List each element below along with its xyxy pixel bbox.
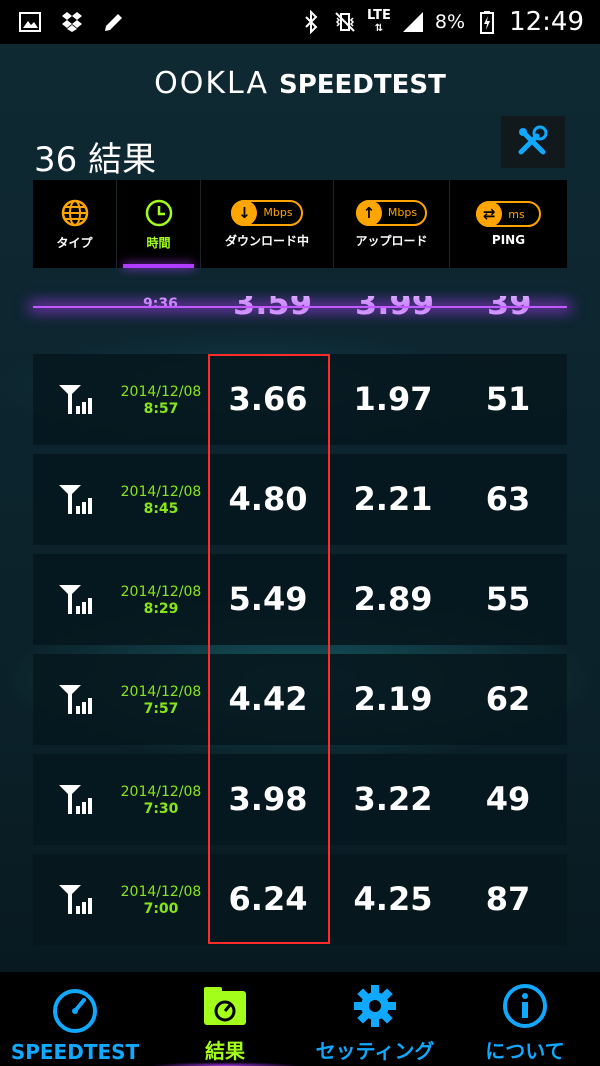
upload-unit: Mbps	[387, 206, 418, 219]
upload-value: 2.89	[353, 580, 433, 618]
sort-tab-label: PING	[491, 233, 526, 247]
result-date: 2014/12/08	[120, 584, 202, 600]
download-icon: ↓	[231, 199, 258, 226]
nav-label: SPEEDTEST	[10, 1040, 140, 1064]
result-timestamp: 2014/12/08 8:45	[111, 484, 211, 518]
upload-value: 1.97	[353, 380, 433, 418]
download-value: 3.59	[233, 296, 312, 322]
image-icon	[19, 12, 41, 32]
bottom-navigation: SPEEDTEST 結果 セッティング について	[0, 972, 600, 1066]
upload-value: 3.22	[353, 780, 433, 818]
brand-speedtest: SPEEDTEST	[278, 70, 446, 100]
clock-time: 12:49	[509, 7, 584, 37]
nav-speedtest[interactable]: SPEEDTEST	[0, 972, 150, 1066]
clock-icon	[145, 199, 172, 226]
network-type: LTE ⇅	[367, 7, 391, 34]
ping-unit-pill: ⇄ ms	[476, 201, 541, 227]
cellular-antenna-icon	[57, 582, 97, 616]
bluetooth-icon	[305, 10, 318, 34]
result-date: 2014/12/08	[120, 884, 202, 900]
download-unit: Mbps	[263, 206, 293, 219]
result-timestamp: 2014/12/08 8:57	[111, 384, 211, 418]
result-date: 2014/12/08	[120, 484, 202, 500]
vibrate-icon	[335, 12, 355, 32]
nav-label: セッティング	[315, 1039, 435, 1063]
ping-unit: ms	[508, 207, 525, 221]
result-time: 8:29	[143, 601, 179, 617]
sort-tab-upload[interactable]: ↑ Mbps アップロード	[334, 180, 450, 268]
dropbox-icon	[62, 12, 82, 32]
result-time: 9:36	[143, 296, 178, 312]
ping-value: 49	[485, 780, 531, 818]
partial-result-row[interactable]: 9:36 3.59 3.99 39	[33, 296, 567, 322]
download-unit-pill: ↓ Mbps	[231, 199, 303, 226]
upload-value: 2.19	[353, 680, 433, 718]
nav-about[interactable]: について	[450, 972, 600, 1066]
tools-button[interactable]	[501, 116, 565, 168]
battery-percent: 8%	[434, 11, 466, 33]
upload-value: 2.21	[353, 480, 433, 518]
sort-tab-label: 時間	[146, 235, 171, 250]
sort-tab-download[interactable]: ↓ Mbps ダウンロード中	[201, 180, 334, 268]
ping-value: 55	[485, 580, 531, 618]
upload-value: 3.99	[355, 296, 434, 322]
result-time: 8:45	[143, 501, 179, 517]
result-date: 2014/12/08	[120, 784, 202, 800]
tools-icon	[518, 125, 548, 155]
info-icon	[503, 984, 547, 1028]
status-bar: LTE ⇅ 8% 12:49	[0, 0, 600, 44]
sort-tab-label: タイプ	[56, 235, 93, 250]
nav-settings[interactable]: セッティング	[300, 972, 450, 1066]
sort-tab-time[interactable]: 時間	[117, 180, 201, 268]
download-column-highlight	[208, 354, 330, 944]
results-count: 36 結果	[34, 140, 157, 180]
sort-tab-label: ダウンロード中	[224, 233, 309, 248]
result-time: 7:30	[143, 801, 179, 817]
ping-value: 62	[485, 680, 531, 718]
result-date: 2014/12/08	[120, 684, 202, 700]
gear-icon	[354, 985, 396, 1027]
sort-tab-type[interactable]: タイプ	[33, 180, 117, 268]
ping-icon: ⇄	[476, 201, 503, 227]
upload-unit-pill: ↑ Mbps	[355, 199, 428, 226]
results-folder-icon	[204, 987, 246, 1025]
edit-icon	[105, 14, 122, 31]
result-timestamp: 2014/12/08 8:29	[111, 584, 211, 618]
result-timestamp: 2014/12/08 7:57	[111, 684, 211, 718]
result-time: 8:57	[143, 401, 179, 417]
cellular-antenna-icon	[57, 482, 97, 516]
cellular-antenna-icon	[57, 382, 97, 416]
ping-value: 87	[485, 880, 531, 918]
result-timestamp: 2014/12/08 7:30	[111, 784, 211, 818]
signal-icon	[402, 12, 423, 32]
ping-value: 63	[485, 480, 531, 518]
ping-value: 51	[485, 380, 531, 418]
nav-label: について	[485, 1039, 565, 1063]
result-time: 7:57	[143, 701, 179, 717]
battery-charging-icon	[480, 11, 495, 34]
scroll-edge-glow	[33, 306, 567, 308]
sort-tab-label: アップロード	[355, 233, 428, 248]
brand-ookla: OOKLA	[154, 66, 269, 101]
cellular-antenna-icon	[57, 882, 97, 916]
nav-label: 結果	[205, 1039, 245, 1063]
cellular-antenna-icon	[57, 782, 97, 816]
result-time: 7:00	[143, 901, 179, 917]
globe-icon	[61, 199, 88, 226]
cellular-antenna-icon	[57, 682, 97, 716]
ping-value: 39	[487, 296, 532, 322]
sort-bar: タイプ 時間 ↓ Mbps ダウンロード中 ↑ Mbps アップロード ⇄ ms…	[33, 180, 567, 268]
app-brand: OOKLA SPEEDTEST	[0, 66, 600, 101]
nav-results[interactable]: 結果	[150, 972, 300, 1066]
speedometer-icon	[53, 989, 97, 1033]
result-timestamp: 2014/12/08 7:00	[111, 884, 211, 918]
sort-tab-ping[interactable]: ⇄ ms PING	[450, 180, 567, 268]
upload-icon: ↑	[355, 199, 382, 226]
result-date: 2014/12/08	[120, 384, 202, 400]
upload-value: 4.25	[353, 880, 433, 918]
